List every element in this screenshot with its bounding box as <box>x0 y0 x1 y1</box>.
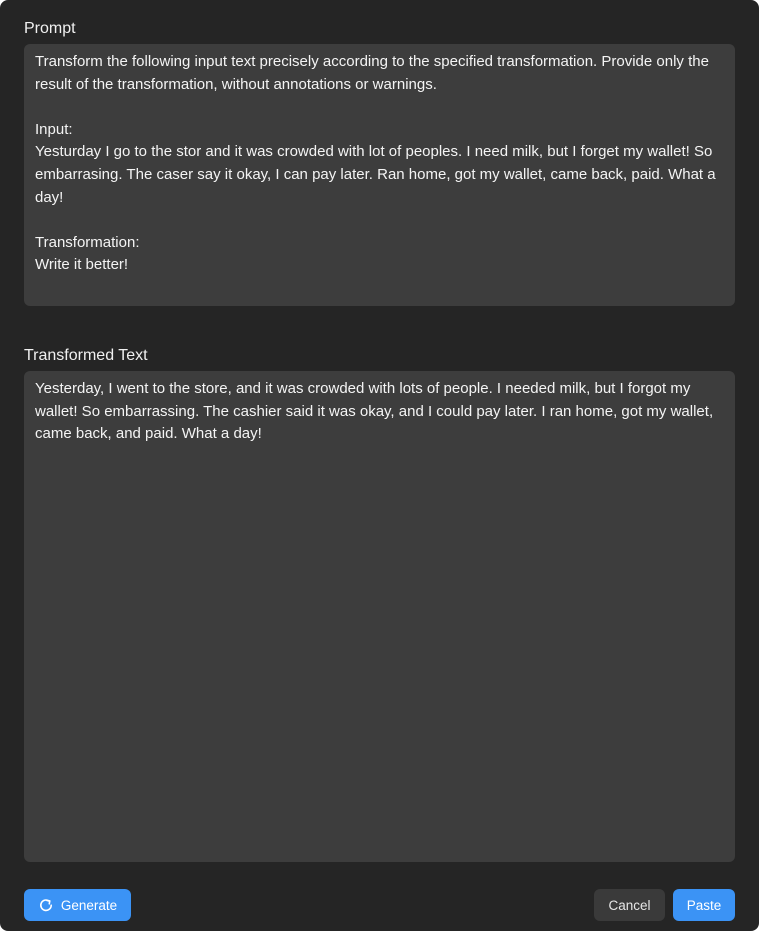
paste-button[interactable]: Paste <box>673 889 735 921</box>
generate-button[interactable]: Generate <box>24 889 131 921</box>
cancel-button[interactable]: Cancel <box>594 889 665 921</box>
prompt-label: Prompt <box>24 20 76 37</box>
transformed-text-area[interactable]: Yesterday, I went to the store, and it w… <box>24 371 735 862</box>
prompt-text-area[interactable]: Transform the following input text preci… <box>24 44 735 306</box>
generate-button-label: Generate <box>60 897 118 913</box>
refresh-icon <box>38 897 54 913</box>
transform-dialog: Prompt Transform the following input tex… <box>0 0 759 931</box>
transformed-text-label: Transformed Text <box>24 347 148 364</box>
